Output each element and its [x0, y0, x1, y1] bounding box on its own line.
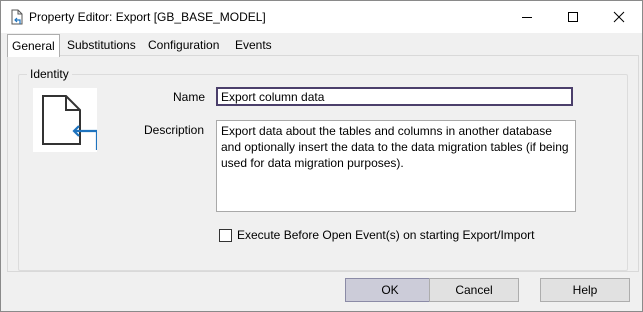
tab-general[interactable]: General	[7, 34, 60, 57]
tab-events[interactable]: Events	[231, 37, 276, 55]
identity-groupbox: Identity Name Export column data Descrip…	[18, 67, 628, 271]
property-editor-window: Property Editor: Export [GB_BASE_MODEL] …	[0, 0, 643, 312]
name-label: Name	[173, 90, 206, 104]
identity-legend: Identity	[27, 67, 72, 81]
execute-before-open-checkbox[interactable]	[219, 229, 232, 242]
title-bar[interactable]: Property Editor: Export [GB_BASE_MODEL]	[1, 1, 642, 33]
maximize-button[interactable]	[550, 1, 596, 33]
help-button[interactable]: Help	[540, 278, 630, 302]
description-field[interactable]: Export data about the tables and columns…	[216, 120, 576, 212]
minimize-icon	[522, 17, 532, 18]
export-document-icon	[33, 88, 99, 152]
ok-button[interactable]: OK	[345, 278, 435, 302]
cancel-button[interactable]: Cancel	[429, 278, 519, 302]
minimize-button[interactable]	[504, 1, 550, 33]
document-link-icon	[9, 9, 25, 25]
close-button[interactable]	[596, 1, 642, 33]
general-tab-panel: Identity Name Export column data Descrip…	[7, 55, 639, 272]
execute-before-open-label[interactable]: Execute Before Open Event(s) on starting…	[237, 228, 534, 242]
description-label: Description	[144, 123, 205, 137]
maximize-icon	[568, 12, 578, 22]
name-field[interactable]: Export column data	[216, 87, 573, 106]
close-icon	[613, 11, 625, 23]
tab-configuration[interactable]: Configuration	[144, 37, 223, 55]
tab-substitutions[interactable]: Substitutions	[63, 37, 140, 55]
window-title: Property Editor: Export [GB_BASE_MODEL]	[29, 10, 266, 24]
